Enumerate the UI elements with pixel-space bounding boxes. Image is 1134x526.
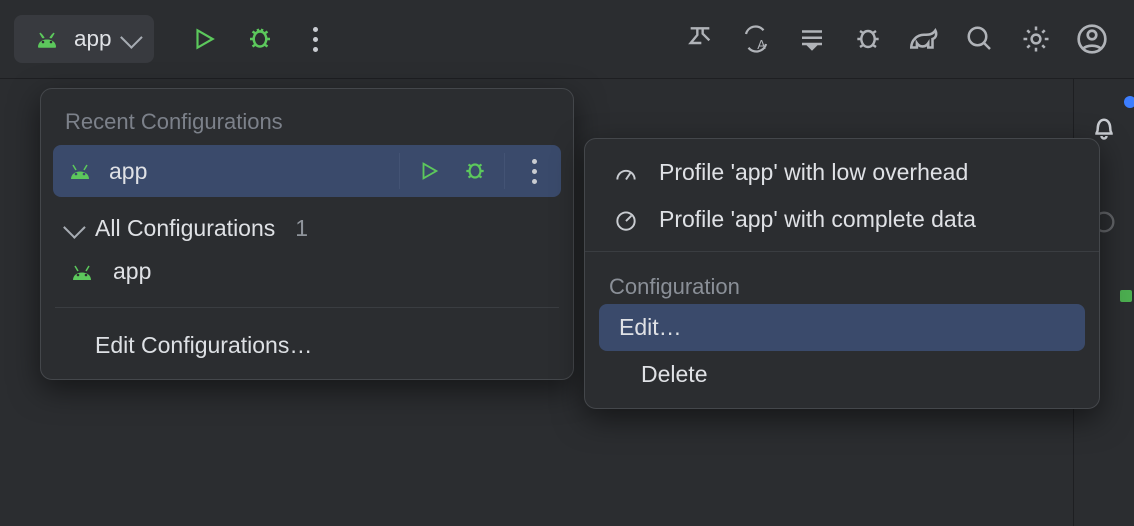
debug-button[interactable] <box>232 11 288 67</box>
separator <box>399 153 400 189</box>
sync-icon[interactable]: A <box>728 11 784 67</box>
rail-status-dot <box>1120 290 1132 302</box>
stack-icon[interactable] <box>784 11 840 67</box>
edit-config-item[interactable]: Edit… <box>599 304 1085 351</box>
recent-config-label: app <box>109 158 387 185</box>
config-section-title: Configuration <box>585 260 1099 304</box>
search-icon[interactable] <box>952 11 1008 67</box>
kebab-icon <box>532 159 537 184</box>
build-icon[interactable] <box>672 11 728 67</box>
attach-debugger-icon[interactable] <box>840 11 896 67</box>
android-icon <box>65 263 99 281</box>
config-list-item[interactable]: app <box>41 246 573 297</box>
kebab-icon <box>313 27 318 52</box>
delete-config-item[interactable]: Delete <box>585 351 1099 398</box>
config-selector-label: app <box>74 26 112 52</box>
separator <box>504 153 505 189</box>
run-icon[interactable] <box>412 160 446 182</box>
gauge-full-icon <box>609 207 643 233</box>
run-config-popup: Recent Configurations app All Configurat… <box>40 88 574 380</box>
delete-label: Delete <box>641 361 707 388</box>
elephant-gradle-icon[interactable] <box>896 11 952 67</box>
edit-label: Edit… <box>619 314 682 341</box>
profile-low-label: Profile 'app' with low overhead <box>659 159 968 186</box>
settings-gear-icon[interactable] <box>1008 11 1064 67</box>
all-configs-header[interactable]: All Configurations 1 <box>41 197 573 246</box>
gauge-icon <box>609 160 643 186</box>
toolbar: app A <box>0 0 1134 79</box>
recent-configs-title: Recent Configurations <box>41 99 573 145</box>
all-configs-label: All Configurations <box>95 215 275 242</box>
chevron-down-icon <box>63 216 86 239</box>
profile-complete-label: Profile 'app' with complete data <box>659 206 976 233</box>
debug-icon[interactable] <box>458 158 492 184</box>
config-context-menu: Profile 'app' with low overhead Profile … <box>584 138 1100 409</box>
more-actions-button[interactable] <box>288 11 344 67</box>
android-icon <box>30 30 64 48</box>
notification-dot <box>1124 96 1134 108</box>
android-icon <box>63 162 97 180</box>
chevron-down-icon <box>120 26 143 49</box>
profile-low-overhead-item[interactable]: Profile 'app' with low overhead <box>585 149 1099 196</box>
edit-configurations-item[interactable]: Edit Configurations… <box>41 318 573 375</box>
separator <box>585 251 1099 252</box>
edit-configurations-label: Edit Configurations… <box>95 332 312 358</box>
all-configs-count: 1 <box>295 215 308 242</box>
config-list-label: app <box>113 258 151 285</box>
run-button[interactable] <box>176 11 232 67</box>
config-more-button[interactable] <box>517 159 551 184</box>
separator <box>55 307 559 308</box>
run-config-selector[interactable]: app <box>14 15 154 63</box>
profile-complete-item[interactable]: Profile 'app' with complete data <box>585 196 1099 243</box>
account-icon[interactable] <box>1064 11 1120 67</box>
recent-config-item[interactable]: app <box>53 145 561 197</box>
svg-text:A: A <box>757 38 766 52</box>
